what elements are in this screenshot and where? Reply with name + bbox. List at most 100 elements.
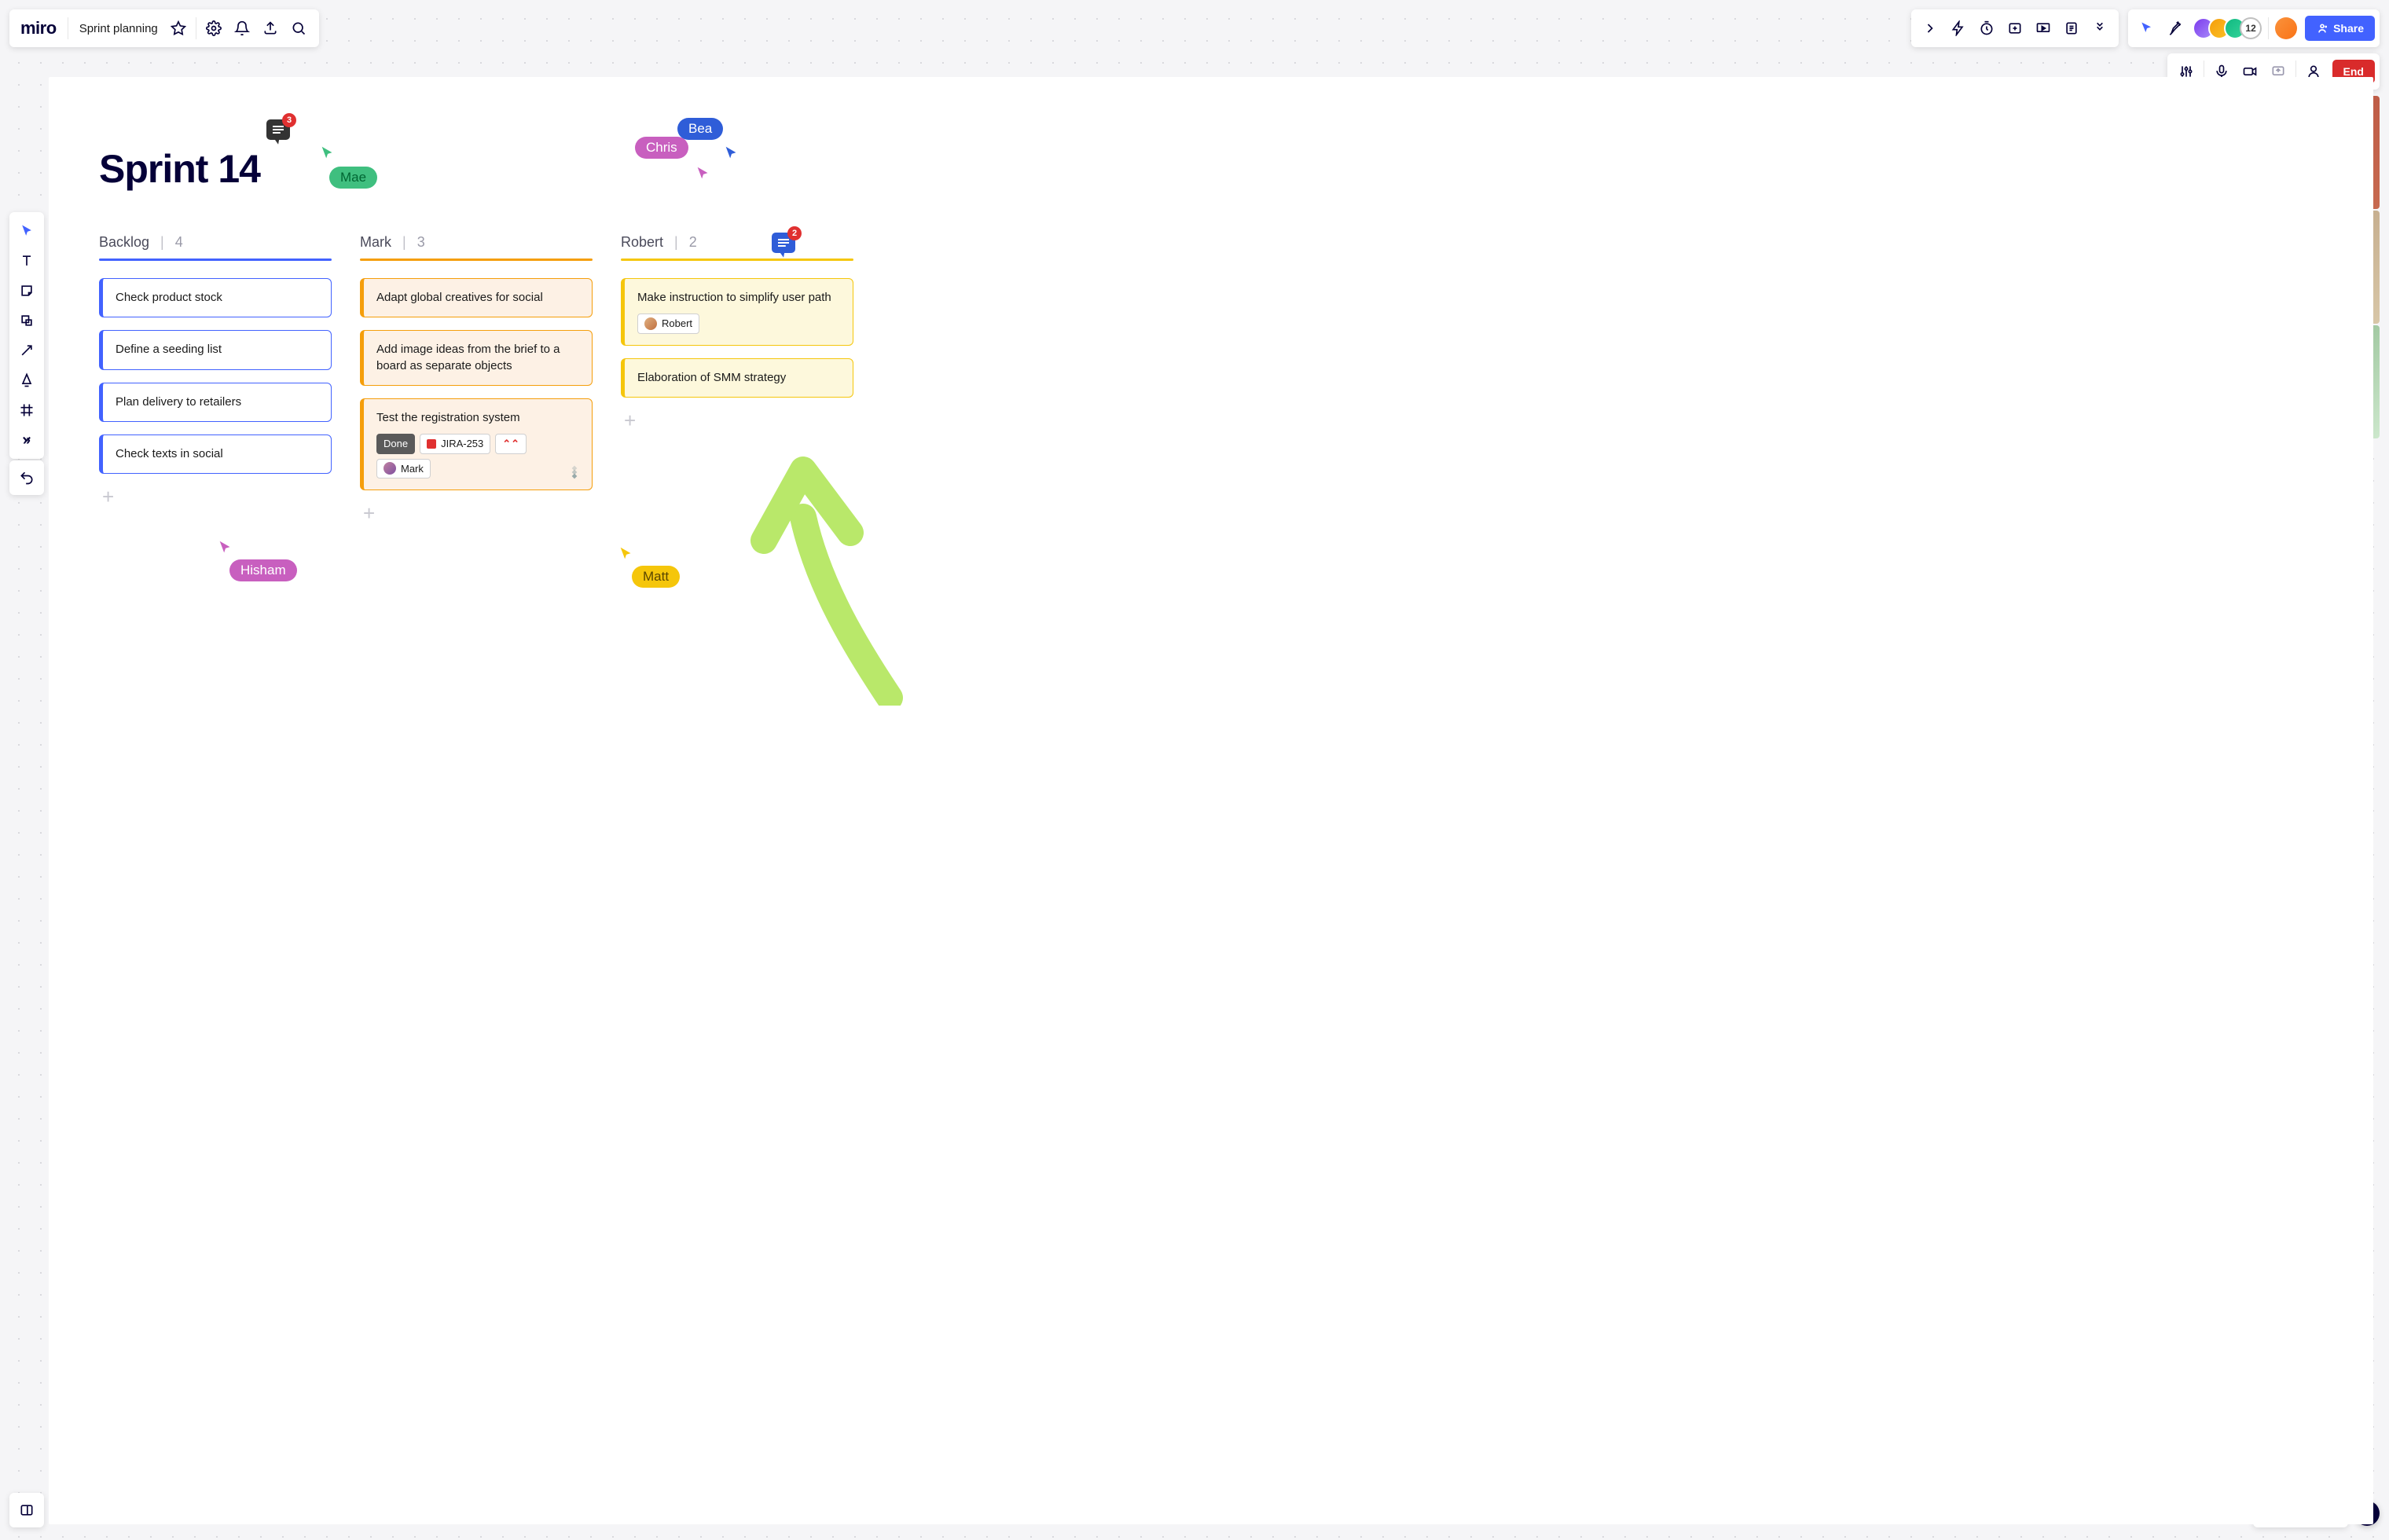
board-title: Sprint 14: [99, 146, 260, 192]
more-tools-icon[interactable]: »: [13, 426, 41, 454]
column-count: 3: [417, 234, 425, 251]
undo-icon[interactable]: [13, 464, 41, 492]
assignee-chip[interactable]: Mark: [376, 459, 431, 479]
column-rule: [360, 258, 593, 261]
jira-link-icon[interactable]: [567, 464, 582, 480]
undo-box: [9, 460, 44, 495]
tool-rail: »: [9, 212, 44, 459]
export-icon[interactable]: [256, 14, 284, 42]
remote-cursor-matt: [618, 545, 635, 566]
kanban-card[interactable]: Adapt global creatives for social: [360, 278, 593, 317]
column-count: 4: [175, 234, 183, 251]
comment-count: 2: [787, 226, 802, 240]
column-rule: [99, 258, 332, 261]
cursor-label-bea: Bea: [677, 118, 723, 140]
card-text: Plan delivery to retailers: [116, 395, 241, 409]
cursor-label-chris: Chris: [635, 137, 688, 159]
column-sep: |: [674, 234, 678, 251]
voting-icon[interactable]: [2001, 14, 2029, 42]
board-name[interactable]: Sprint planning: [72, 22, 164, 35]
priority-chip[interactable]: ⌃⌃: [495, 434, 527, 454]
participant-avatars[interactable]: 12: [2189, 17, 2265, 39]
column-header[interactable]: Mark | 3: [360, 234, 593, 258]
add-card-button[interactable]: +: [99, 486, 332, 507]
kanban-card[interactable]: Check texts in social: [99, 434, 332, 474]
chip-label: JIRA-253: [441, 437, 483, 451]
present-icon[interactable]: [2029, 14, 2057, 42]
column-header[interactable]: Robert | 2: [621, 234, 853, 258]
column-rule: [621, 258, 853, 261]
comment-count: 3: [282, 113, 296, 127]
kanban-card[interactable]: Test the registration system Done JIRA-2…: [360, 398, 593, 490]
pen-tool-icon[interactable]: [13, 366, 41, 394]
kanban-card[interactable]: Elaboration of SMM strategy: [621, 358, 853, 398]
star-icon[interactable]: [164, 14, 193, 42]
settings-icon[interactable]: [200, 14, 228, 42]
panel-toggle[interactable]: [9, 1493, 44, 1527]
bell-icon[interactable]: [228, 14, 256, 42]
column-title: Robert: [621, 234, 663, 251]
jira-chip[interactable]: JIRA-253: [420, 434, 490, 454]
timer-icon[interactable]: [1972, 14, 2001, 42]
board-canvas[interactable]: Sprint 14 3 Backlog | 4 Check product st…: [49, 77, 2373, 1524]
select-tool-icon[interactable]: [13, 217, 41, 245]
reactions-icon[interactable]: [2161, 14, 2189, 42]
apps-group: [1911, 9, 2119, 47]
divider: [2268, 17, 2269, 39]
comment-thread-icon[interactable]: 3: [266, 119, 290, 140]
kanban-card[interactable]: Make instruction to simplify user path R…: [621, 278, 853, 346]
more-apps-icon[interactable]: [2086, 14, 2114, 42]
status-chip[interactable]: Done: [376, 434, 415, 454]
topbar-left: miro Sprint planning: [9, 9, 319, 47]
assignee-chip[interactable]: Robert: [637, 314, 699, 334]
column-robert: Robert | 2 Make instruction to simplify …: [621, 234, 853, 523]
add-card-button[interactable]: +: [621, 410, 853, 431]
add-card-button[interactable]: +: [360, 503, 593, 523]
column-count: 2: [689, 234, 697, 251]
column-backlog: Backlog | 4 Check product stock Define a…: [99, 234, 332, 523]
user-avatar[interactable]: [2272, 14, 2300, 42]
card-text: Check product stock: [116, 291, 222, 304]
kanban-card[interactable]: Define a seeding list: [99, 330, 332, 369]
notes-icon[interactable]: [2057, 14, 2086, 42]
card-text: Elaboration of SMM strategy: [637, 371, 786, 384]
bolt-icon[interactable]: [1944, 14, 1972, 42]
chevron-right-icon[interactable]: [1916, 14, 1944, 42]
kanban-card[interactable]: Add image ideas from the brief to a boar…: [360, 330, 593, 386]
column-sep: |: [160, 234, 164, 251]
text-tool-icon[interactable]: [13, 247, 41, 275]
card-text: Make instruction to simplify user path: [637, 291, 831, 304]
column-title: Backlog: [99, 234, 149, 251]
remote-cursor-hisham: [217, 539, 234, 560]
card-text: Add image ideas from the brief to a boar…: [376, 343, 560, 372]
column-header[interactable]: Backlog | 4: [99, 234, 332, 258]
frame-tool-icon[interactable]: [13, 396, 41, 424]
cursor-label-hisham: Hisham: [229, 559, 297, 581]
arrow-tool-icon[interactable]: [13, 336, 41, 365]
share-label: Share: [2333, 22, 2364, 35]
column-sep: |: [402, 234, 406, 251]
jira-icon: [427, 439, 436, 449]
kanban-card[interactable]: Plan delivery to retailers: [99, 383, 332, 422]
topbar-right: 12 Share: [1911, 9, 2380, 47]
shape-tool-icon[interactable]: [13, 306, 41, 335]
comment-thread-icon[interactable]: 2: [772, 233, 795, 253]
column-mark: Mark | 3 Adapt global creatives for soci…: [360, 234, 593, 523]
chip-label: Robert: [662, 317, 692, 331]
column-title: Mark: [360, 234, 391, 251]
kanban-card[interactable]: Check product stock: [99, 278, 332, 317]
avatar-icon: [383, 462, 396, 475]
miro-logo[interactable]: miro: [16, 18, 64, 38]
sticky-tool-icon[interactable]: [13, 277, 41, 305]
share-button[interactable]: Share: [2305, 16, 2375, 41]
card-text: Test the registration system: [376, 411, 520, 424]
remote-cursor-bea: [723, 145, 740, 166]
card-text: Adapt global creatives for social: [376, 291, 543, 304]
remote-cursor-mae: [319, 145, 336, 166]
panels-icon[interactable]: [13, 1496, 41, 1524]
cursor-follow-icon[interactable]: [2133, 14, 2161, 42]
search-icon[interactable]: [284, 14, 313, 42]
remote-cursor-chris: [695, 165, 712, 186]
avatar-icon: [644, 317, 657, 330]
priority-icon: ⌃⌃: [502, 437, 519, 451]
